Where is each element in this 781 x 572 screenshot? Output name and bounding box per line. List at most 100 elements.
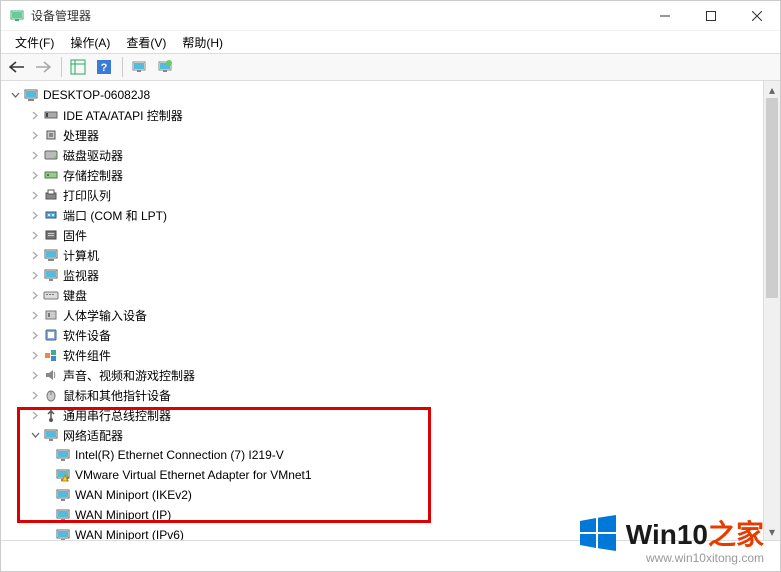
storage-icon bbox=[43, 167, 59, 183]
tree-node-label: 通用串行总线控制器 bbox=[63, 407, 171, 424]
refresh-button[interactable] bbox=[153, 55, 177, 79]
tree-node-firmware[interactable]: 固件 bbox=[1, 225, 780, 245]
network-icon bbox=[43, 427, 59, 443]
window-controls bbox=[642, 1, 780, 31]
software-icon bbox=[43, 327, 59, 343]
tree-node-label: 监视器 bbox=[63, 267, 99, 284]
tree-leaf-label: WAN Miniport (IP) bbox=[75, 508, 171, 522]
chevron-right-icon[interactable] bbox=[29, 229, 41, 241]
scroll-up-arrow[interactable]: ▴ bbox=[764, 81, 780, 98]
vertical-scrollbar[interactable]: ▴ ▾ bbox=[763, 81, 780, 540]
network-adapter-warning-icon: ! bbox=[55, 467, 71, 483]
device-tree[interactable]: DESKTOP-06082J8 IDE ATA/ATAPI 控制器 处理器 磁盘… bbox=[1, 81, 780, 541]
tree-node-label: 网络适配器 bbox=[63, 427, 123, 444]
forward-button[interactable] bbox=[31, 55, 55, 79]
chevron-right-icon[interactable] bbox=[29, 109, 41, 121]
chevron-right-icon[interactable] bbox=[29, 349, 41, 361]
close-button[interactable] bbox=[734, 1, 780, 31]
tree-leaf-wan-ikev2[interactable]: WAN Miniport (IKEv2) bbox=[1, 485, 780, 505]
keyboard-icon bbox=[43, 287, 59, 303]
maximize-button[interactable] bbox=[688, 1, 734, 31]
tree-node-print-queue[interactable]: 打印队列 bbox=[1, 185, 780, 205]
tree-node-storage-controller[interactable]: 存储控制器 bbox=[1, 165, 780, 185]
chevron-right-icon[interactable] bbox=[29, 209, 41, 221]
tree-node-monitor[interactable]: 监视器 bbox=[1, 265, 780, 285]
network-adapter-icon bbox=[55, 527, 71, 541]
menu-view[interactable]: 查看(V) bbox=[118, 32, 174, 53]
chevron-right-icon[interactable] bbox=[29, 149, 41, 161]
chevron-right-icon[interactable] bbox=[29, 309, 41, 321]
menu-action[interactable]: 操作(A) bbox=[62, 32, 118, 53]
printer-icon bbox=[43, 187, 59, 203]
chevron-right-icon[interactable] bbox=[29, 189, 41, 201]
tree-node-network-adapter[interactable]: 网络适配器 bbox=[1, 425, 780, 445]
tree-node-hid[interactable]: 人体学输入设备 bbox=[1, 305, 780, 325]
tree-node-label: 存储控制器 bbox=[63, 167, 123, 184]
windows-logo-icon bbox=[578, 513, 618, 553]
hid-icon bbox=[43, 307, 59, 323]
tree-node-computer[interactable]: 计算机 bbox=[1, 245, 780, 265]
watermark-text: Win10之家 bbox=[626, 513, 764, 553]
tree-node-label: 软件组件 bbox=[63, 347, 111, 364]
device-tree-panel: DESKTOP-06082J8 IDE ATA/ATAPI 控制器 处理器 磁盘… bbox=[1, 81, 780, 541]
menu-help[interactable]: 帮助(H) bbox=[174, 32, 231, 53]
tree-node-usb[interactable]: 通用串行总线控制器 bbox=[1, 405, 780, 425]
tree-node-label: 计算机 bbox=[63, 247, 99, 264]
minimize-button[interactable] bbox=[642, 1, 688, 31]
tree-node-ide[interactable]: IDE ATA/ATAPI 控制器 bbox=[1, 105, 780, 125]
tree-node-software-device[interactable]: 软件设备 bbox=[1, 325, 780, 345]
tree-node-disk[interactable]: 磁盘驱动器 bbox=[1, 145, 780, 165]
tree-leaf-label: Intel(R) Ethernet Connection (7) I219-V bbox=[75, 448, 284, 462]
chevron-right-icon[interactable] bbox=[29, 129, 41, 141]
network-adapter-icon bbox=[55, 447, 71, 463]
tree-node-mouse[interactable]: 鼠标和其他指针设备 bbox=[1, 385, 780, 405]
chevron-right-icon[interactable] bbox=[29, 369, 41, 381]
chevron-right-icon[interactable] bbox=[29, 389, 41, 401]
computer-icon bbox=[43, 247, 59, 263]
tree-node-sound[interactable]: 声音、视频和游戏控制器 bbox=[1, 365, 780, 385]
scan-button[interactable] bbox=[127, 55, 151, 79]
chevron-right-icon[interactable] bbox=[29, 169, 41, 181]
tree-node-label: 处理器 bbox=[63, 127, 99, 144]
chevron-right-icon[interactable] bbox=[29, 409, 41, 421]
monitor-icon bbox=[43, 267, 59, 283]
titlebar: 设备管理器 bbox=[1, 1, 780, 31]
chevron-right-icon[interactable] bbox=[29, 329, 41, 341]
tree-leaf-intel-ethernet[interactable]: Intel(R) Ethernet Connection (7) I219-V bbox=[1, 445, 780, 465]
usb-icon bbox=[43, 407, 59, 423]
tree-leaf-label: VMware Virtual Ethernet Adapter for VMne… bbox=[75, 468, 312, 482]
tree-node-processor[interactable]: 处理器 bbox=[1, 125, 780, 145]
tree-node-software-component[interactable]: 软件组件 bbox=[1, 345, 780, 365]
tree-leaf-label: WAN Miniport (IPv6) bbox=[75, 528, 184, 541]
scroll-thumb[interactable] bbox=[766, 98, 778, 298]
app-icon bbox=[9, 8, 25, 24]
network-adapter-icon bbox=[55, 507, 71, 523]
tree-leaf-vmware-adapter[interactable]: ! VMware Virtual Ethernet Adapter for VM… bbox=[1, 465, 780, 485]
firmware-icon bbox=[43, 227, 59, 243]
detail-view-button[interactable] bbox=[66, 55, 90, 79]
tree-node-ports[interactable]: 端口 (COM 和 LPT) bbox=[1, 205, 780, 225]
watermark: Win10之家 www.win10xitong.com bbox=[578, 513, 764, 565]
tree-node-label: 端口 (COM 和 LPT) bbox=[63, 207, 167, 224]
scroll-down-arrow[interactable]: ▾ bbox=[764, 523, 780, 540]
menu-file[interactable]: 文件(F) bbox=[7, 32, 62, 53]
chevron-down-icon[interactable] bbox=[29, 429, 41, 441]
tree-node-keyboard[interactable]: 键盘 bbox=[1, 285, 780, 305]
tree-node-label: 软件设备 bbox=[63, 327, 111, 344]
back-button[interactable] bbox=[5, 55, 29, 79]
help-button[interactable]: ? bbox=[92, 55, 116, 79]
chevron-right-icon[interactable] bbox=[29, 269, 41, 281]
tree-root-label: DESKTOP-06082J8 bbox=[43, 88, 150, 102]
computer-icon bbox=[23, 87, 39, 103]
chevron-down-icon[interactable] bbox=[9, 89, 21, 101]
tree-node-label: 人体学输入设备 bbox=[63, 307, 147, 324]
chevron-right-icon[interactable] bbox=[29, 289, 41, 301]
watermark-url: www.win10xitong.com bbox=[578, 551, 764, 565]
tree-root[interactable]: DESKTOP-06082J8 bbox=[1, 85, 780, 105]
cpu-icon bbox=[43, 127, 59, 143]
chevron-right-icon[interactable] bbox=[29, 249, 41, 261]
tree-node-label: 固件 bbox=[63, 227, 87, 244]
menubar: 文件(F) 操作(A) 查看(V) 帮助(H) bbox=[1, 31, 780, 53]
disk-icon bbox=[43, 147, 59, 163]
network-adapter-icon bbox=[55, 487, 71, 503]
